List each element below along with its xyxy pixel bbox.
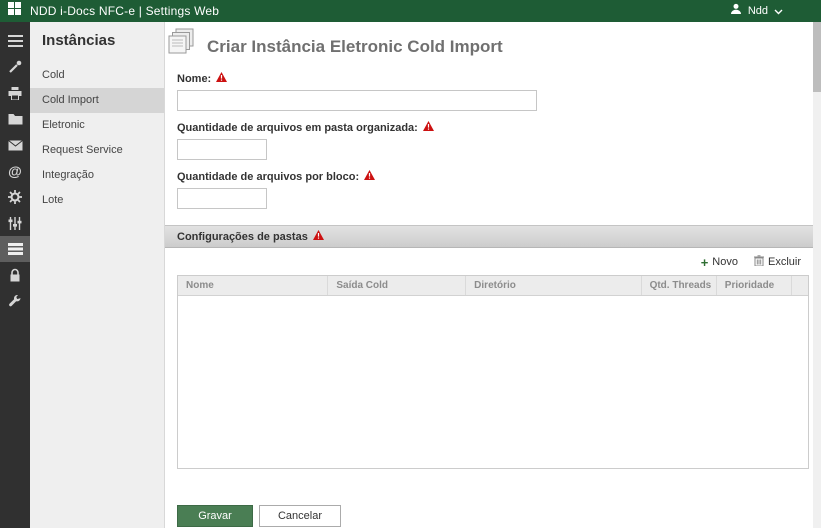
col-qtd-threads[interactable]: Qtd. Threads: [642, 276, 717, 295]
trash-icon: [753, 255, 764, 269]
chevron-down-icon: [774, 2, 783, 20]
required-warning-icon: [312, 230, 324, 243]
rail-at-button[interactable]: @: [0, 158, 30, 184]
lock-icon: [9, 268, 21, 282]
rail-instances-button[interactable]: [0, 236, 30, 262]
save-button[interactable]: Gravar: [177, 505, 253, 527]
plus-icon: +: [700, 254, 709, 270]
rail-menu-button[interactable]: [0, 28, 30, 54]
col-extra: [792, 276, 808, 295]
sidebar-item-cold[interactable]: Cold: [30, 63, 164, 88]
brush-icon: [8, 60, 22, 74]
sliders-icon: [8, 216, 22, 230]
rail-settings-button[interactable]: [0, 184, 30, 210]
user-icon: [730, 2, 742, 20]
nome-label: Nome:: [177, 72, 212, 85]
scrollbar-thumb[interactable]: [813, 22, 821, 92]
printer-icon: [8, 86, 22, 100]
rail-mail-button[interactable]: [0, 132, 30, 158]
required-warning-icon: [422, 121, 434, 134]
main-content: Criar Instância Eletronic Cold Import No…: [165, 22, 821, 528]
section-configuracoes-pastas: Configurações de pastas: [165, 225, 813, 248]
topbar: NDD i-Docs NFC-e | Settings Web Ndd: [0, 0, 821, 22]
rail-sliders-button[interactable]: [0, 210, 30, 236]
nome-input[interactable]: [177, 90, 537, 111]
sidebar-item-request-service[interactable]: Request Service: [30, 138, 164, 163]
pasta-organizada-label: Quantidade de arquivos em pasta organiza…: [177, 121, 418, 134]
folder-icon: [8, 113, 23, 125]
at-icon: @: [8, 163, 22, 179]
required-warning-icon: [364, 170, 376, 183]
page-title: Criar Instância Eletronic Cold Import: [207, 37, 503, 56]
pasta-label-row: Quantidade de arquivos em pasta organiza…: [177, 121, 813, 134]
required-warning-icon: [216, 72, 228, 85]
excluir-button[interactable]: Excluir: [753, 255, 801, 269]
sidebar-item-integracao[interactable]: Integração: [30, 163, 164, 188]
rail-security-button[interactable]: [0, 262, 30, 288]
col-prioridade[interactable]: Prioridade: [717, 276, 792, 295]
table-header-row: Nome Saída Cold Diretório Qtd. Threads P…: [178, 276, 808, 296]
gear-icon: [8, 190, 22, 204]
vertical-scrollbar[interactable]: [813, 22, 821, 528]
arquivos-bloco-label: Quantidade de arquivos por bloco:: [177, 170, 360, 183]
rail-tools-button[interactable]: [0, 54, 30, 80]
cancel-button[interactable]: Cancelar: [259, 505, 341, 527]
user-name: Ndd: [747, 5, 768, 17]
col-diretorio[interactable]: Diretório: [466, 276, 642, 295]
sidebar-title: Instâncias: [42, 32, 116, 49]
rail-maintenance-button[interactable]: [0, 288, 30, 314]
menu-icon: [7, 35, 23, 47]
nome-label-row: Nome:: [177, 72, 813, 85]
bloco-label-row: Quantidade de arquivos por bloco:: [177, 170, 813, 183]
table-body-empty: [178, 296, 808, 468]
sidebar-item-eletronic[interactable]: Eletronic: [30, 113, 164, 138]
grid-toolbar: + Novo Excluir: [165, 248, 813, 275]
mail-icon: [7, 139, 23, 151]
pasta-organizada-input[interactable]: [177, 139, 267, 160]
list-rows-icon: [7, 243, 23, 255]
app-grid-logo-icon: [8, 2, 21, 20]
arquivos-bloco-input[interactable]: [177, 188, 267, 209]
pastas-table: Nome Saída Cold Diretório Qtd. Threads P…: [177, 275, 809, 469]
instances-sidebar: Instâncias Cold Cold Import Eletronic Re…: [30, 22, 165, 528]
col-saida-cold[interactable]: Saída Cold: [328, 276, 467, 295]
icon-rail: @: [0, 22, 30, 528]
rail-printer-button[interactable]: [0, 80, 30, 106]
excluir-label: Excluir: [767, 256, 801, 268]
col-nome[interactable]: Nome: [178, 276, 329, 295]
app-title: NDD i-Docs NFC-e | Settings Web: [30, 4, 220, 18]
novo-button[interactable]: + Novo: [701, 256, 738, 269]
user-menu[interactable]: Ndd: [730, 2, 783, 20]
sidebar-item-lote[interactable]: Lote: [30, 188, 164, 213]
stacked-documents-icon: [167, 28, 199, 60]
sidebar-item-cold-import[interactable]: Cold Import: [30, 88, 164, 113]
rail-folder-button[interactable]: [0, 106, 30, 132]
form-actions: Gravar Cancelar: [165, 469, 813, 527]
section-title: Configurações de pastas: [177, 230, 308, 243]
novo-label: Novo: [712, 256, 738, 268]
wrench-icon: [8, 294, 22, 308]
